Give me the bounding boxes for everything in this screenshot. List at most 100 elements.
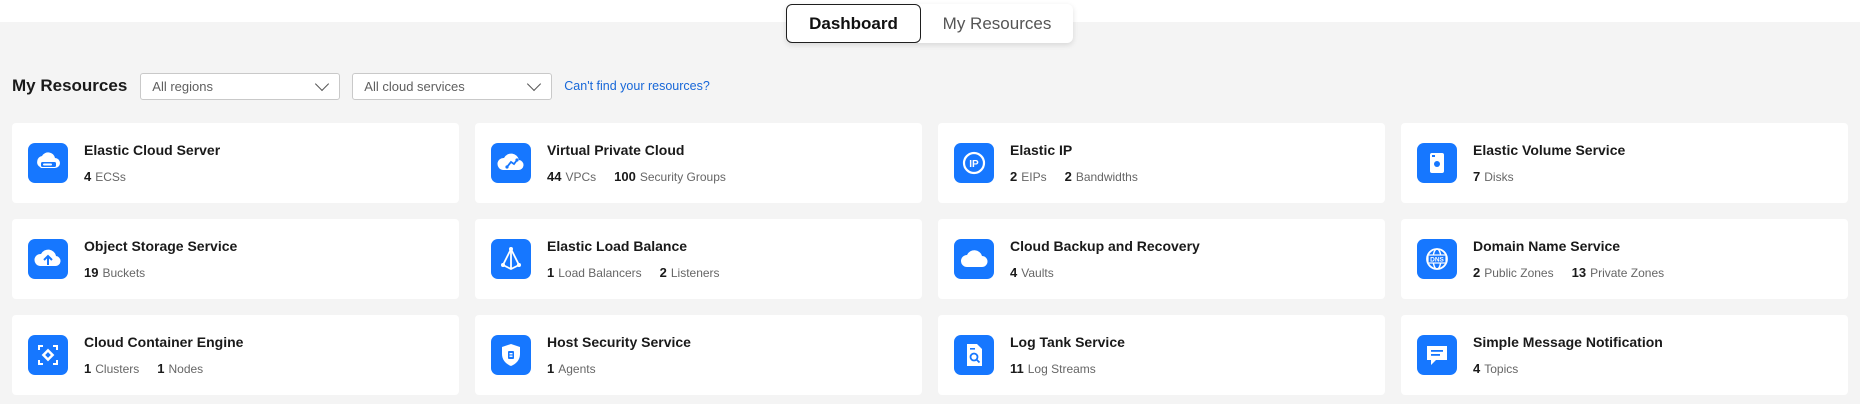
svg-text:DNS: DNS: [1430, 257, 1444, 264]
stat-count: 2: [1064, 169, 1072, 184]
resource-stats: 4 Topics: [1473, 361, 1536, 376]
resource-stats: 11 Log Streams: [1010, 361, 1114, 376]
resource-card[interactable]: Simple Message Notification 4 Topics: [1401, 315, 1848, 395]
resource-stat: 1 Load Balancers: [547, 265, 642, 280]
stat-count: 1: [84, 361, 92, 376]
resource-card-grid: Elastic Cloud Server 4 ECSs Virtual Private…: [12, 123, 1848, 395]
resource-stat: 1 Agents: [547, 361, 596, 376]
resource-stats: 4 ECSs: [84, 169, 144, 184]
resource-card[interactable]: Cloud Container Engine 1 Clusters 1 Nodes: [12, 315, 459, 395]
stat-label: Clusters: [95, 362, 140, 376]
stat-label: Agents: [558, 362, 596, 376]
stat-count: 100: [614, 169, 636, 184]
resource-card[interactable]: Elastic Volume Service 7 Disks: [1401, 123, 1848, 203]
resource-stat: 2 Bandwidths: [1064, 169, 1138, 184]
stat-count: 13: [1571, 265, 1587, 280]
resource-stat: 19 Buckets: [84, 265, 146, 280]
resource-stats: 19 Buckets: [84, 265, 163, 280]
tab-my-resources[interactable]: My Resources: [921, 4, 1073, 43]
resource-stat: 100 Security Groups: [614, 169, 726, 184]
resource-stats: 2 Public Zones 13 Private Zones: [1473, 265, 1682, 280]
svg-text:IP: IP: [969, 159, 979, 170]
stat-label: Disks: [1484, 170, 1514, 184]
stat-label: Bandwidths: [1075, 170, 1138, 184]
resource-name: Elastic IP: [1010, 142, 1073, 158]
resource-stats: 1 Load Balancers 2 Listeners: [547, 265, 738, 280]
resource-stat: 1 Nodes: [157, 361, 204, 376]
message-icon: [1417, 335, 1457, 375]
stat-count: 19: [84, 265, 99, 280]
stat-count: 44: [547, 169, 562, 184]
resource-stat: 4 Topics: [1473, 361, 1518, 376]
resource-stats: 2 EIPs 2 Bandwidths: [1010, 169, 1156, 184]
chevron-down-icon: [315, 76, 330, 91]
resource-stats: 7 Disks: [1473, 169, 1532, 184]
resource-name: Virtual Private Cloud: [547, 142, 685, 158]
stat-label: Load Balancers: [558, 266, 642, 280]
resource-stat: 4 Vaults: [1010, 265, 1054, 280]
cloud-service-select-value: All cloud services: [364, 78, 465, 94]
stat-label: ECSs: [95, 170, 126, 184]
stat-label: Vaults: [1021, 266, 1054, 280]
resource-card[interactable]: Log Tank Service 11 Log Streams: [938, 315, 1385, 395]
region-select-value: All regions: [152, 78, 213, 94]
stat-label: Public Zones: [1484, 266, 1554, 280]
cant-find-resources-link[interactable]: Can't find your resources?: [564, 79, 710, 93]
disk-icon: [1417, 143, 1457, 183]
resource-stat: 1 Clusters: [84, 361, 140, 376]
load-balancer-icon: [491, 239, 531, 279]
stat-count: 1: [157, 361, 165, 376]
stat-count: 1: [547, 265, 555, 280]
dns-globe-icon: DNS: [1417, 239, 1457, 279]
vpc-cloud-icon: [491, 143, 531, 183]
log-document-icon: [954, 335, 994, 375]
stat-count: 4: [1473, 361, 1481, 376]
stat-label: VPCs: [565, 170, 597, 184]
resource-stat: 2 EIPs: [1010, 169, 1047, 184]
resource-stat: 13 Private Zones: [1571, 265, 1665, 280]
resource-stat: 7 Disks: [1473, 169, 1514, 184]
stat-label: Security Groups: [639, 170, 726, 184]
resource-name: Cloud Container Engine: [84, 334, 244, 350]
resource-name: Elastic Cloud Server: [84, 142, 221, 158]
resource-card[interactable]: Cloud Backup and Recovery 4 Vaults: [938, 219, 1385, 299]
resource-stats: 1 Agents: [547, 361, 614, 376]
resource-card[interactable]: Virtual Private Cloud 44 VPCs 100 Security G…: [475, 123, 922, 203]
stat-count: 2: [1473, 265, 1481, 280]
resource-card[interactable]: Elastic Cloud Server 4 ECSs: [12, 123, 459, 203]
stat-count: 7: [1473, 169, 1481, 184]
resource-name: Elastic Volume Service: [1473, 142, 1626, 158]
resource-name: Log Tank Service: [1010, 334, 1125, 350]
stat-label: Private Zones: [1590, 266, 1665, 280]
stat-label: Nodes: [168, 362, 204, 376]
stat-label: Listeners: [670, 266, 720, 280]
cloud-upload-icon: [28, 239, 68, 279]
stat-label: Log Streams: [1027, 362, 1096, 376]
resource-card[interactable]: Object Storage Service 19 Buckets: [12, 219, 459, 299]
resource-card[interactable]: IP Elastic IP 2 EIPs 2 Bandwidths: [938, 123, 1385, 203]
resource-stat: 2 Listeners: [659, 265, 720, 280]
stat-count: 2: [1010, 169, 1018, 184]
section-title: My Resources: [12, 76, 128, 95]
resource-card[interactable]: Elastic Load Balance 1 Load Balancers 2 List…: [475, 219, 922, 299]
ip-icon: IP: [954, 143, 994, 183]
resource-card[interactable]: Host Security Service 1 Agents: [475, 315, 922, 395]
stat-count: 2: [659, 265, 667, 280]
container-icon: [28, 335, 68, 375]
stat-count: 1: [547, 361, 555, 376]
region-select[interactable]: All regions: [140, 72, 341, 100]
resource-name: Elastic Load Balance: [547, 238, 688, 254]
resource-stats: 1 Clusters 1 Nodes: [84, 361, 221, 376]
tab-dashboard[interactable]: Dashboard: [786, 4, 921, 43]
stat-count: 11: [1010, 361, 1024, 376]
resource-card[interactable]: DNS Domain Name Service 2 Public Zones 13 Pri…: [1401, 219, 1848, 299]
server-icon: [28, 143, 68, 183]
resource-name: Host Security Service: [547, 334, 691, 350]
resource-stat: 2 Public Zones: [1473, 265, 1554, 280]
stat-label: Buckets: [102, 266, 146, 280]
resource-stats: 4 Vaults: [1010, 265, 1072, 280]
resource-stat: 44 VPCs: [547, 169, 597, 184]
shield-icon: [491, 335, 531, 375]
resource-name: Simple Message Notification: [1473, 334, 1663, 350]
cloud-service-select[interactable]: All cloud services: [352, 72, 553, 100]
